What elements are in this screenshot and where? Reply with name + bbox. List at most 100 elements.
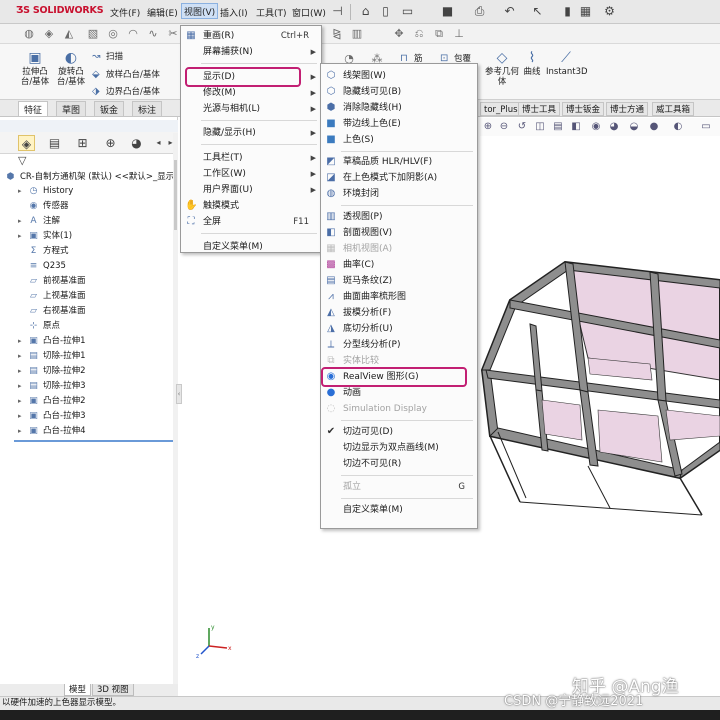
display-style-icon[interactable]: ◧: [570, 121, 582, 133]
menu-item[interactable]: 切边显示为双点画线(M): [321, 440, 477, 456]
tab-3d-view[interactable]: 3D 视图: [92, 684, 134, 696]
pin-icon[interactable]: ⊣: [330, 4, 345, 19]
circle-tool-icon[interactable]: ◎: [106, 27, 120, 41]
menu-item[interactable]: ⬢ 消除隐藏线(H): [321, 100, 477, 116]
expand-arrow-icon[interactable]: ▸: [18, 409, 27, 424]
menu-item[interactable]: ⬡ 隐藏线可见(B): [321, 84, 477, 100]
menu-item[interactable]: 用户界面(U) ▶: [181, 182, 321, 198]
mirror-tool-icon[interactable]: ⧎: [330, 27, 344, 41]
spline-tool-icon[interactable]: ∿: [146, 27, 160, 41]
expand-arrow-icon[interactable]: ▸: [18, 364, 27, 379]
pattern-tool-icon[interactable]: ▥: [350, 27, 364, 41]
view-settings-icon[interactable]: ●: [648, 121, 660, 133]
line-tool-icon[interactable]: ◭: [62, 27, 76, 41]
rollback-bar[interactable]: [14, 440, 174, 442]
menu-item[interactable]: 工具栏(T) ▶: [181, 150, 321, 166]
menu-item[interactable]: ◩ 草稿品质 HLR/HLV(F): [321, 154, 477, 170]
menu-item[interactable]: ▥ 透视图(P): [321, 209, 477, 225]
tree-item[interactable]: ▸ ▣ 实体(1): [18, 229, 174, 244]
menu-item[interactable]: ◭ 拔模分析(F): [321, 305, 477, 321]
tab-sketch[interactable]: 草图: [56, 101, 87, 116]
expand-arrow-icon[interactable]: ▸: [18, 349, 27, 364]
new-file-icon[interactable]: ▯: [378, 4, 393, 19]
menu-item[interactable]: ■ 带边线上色(E): [321, 116, 477, 132]
menu-item[interactable]: ✋ 触摸模式: [181, 198, 321, 214]
tree-item[interactable]: ▱ 前视基准面: [18, 274, 174, 289]
menu-item[interactable]: ⛶ 全屏 F11: [181, 214, 321, 230]
tab-doctor-tools[interactable]: 博士工具: [518, 102, 561, 116]
instant3d-button[interactable]: ⟋ Instant3D: [546, 50, 588, 77]
menu-item[interactable]: ◮ 底切分析(U): [321, 321, 477, 337]
menu-item[interactable]: 切边不可见(R): [321, 456, 477, 472]
section-view-icon[interactable]: ◫: [534, 121, 546, 133]
menu-item[interactable]: 修改(M) ▶: [181, 85, 321, 101]
extrude-boss-button[interactable]: ▣ 拉伸凸台/基体: [18, 50, 52, 87]
convert-entities-icon[interactable]: ⎌: [412, 27, 426, 41]
tab-markup[interactable]: 标注: [132, 101, 163, 116]
expand-arrow-icon[interactable]: ▸: [18, 394, 27, 409]
boundary-button[interactable]: ⬗ 边界凸台/基体: [92, 85, 160, 97]
curves-button[interactable]: ⌇ 曲线: [520, 50, 544, 77]
realview-toggle-icon[interactable]: ◐: [672, 121, 684, 133]
expand-arrow-icon[interactable]: ▸: [18, 184, 27, 199]
tree-item[interactable]: ▸ ▣ 凸台-拉伸3: [18, 409, 174, 424]
relations-icon[interactable]: ⊥: [452, 27, 466, 41]
view-orientation-icon[interactable]: ▤: [552, 121, 564, 133]
menu-item[interactable]: ⟂ 分型线分析(P): [321, 337, 477, 353]
configurationmanager-tab-icon[interactable]: ⊞: [74, 135, 91, 151]
traffic-light-icon[interactable]: ▮: [560, 4, 575, 19]
menu-item[interactable]: 自定义菜单(M): [181, 239, 321, 255]
tab-tor-plus[interactable]: tor_Plus: [480, 102, 522, 116]
dimxpert-tab-icon[interactable]: ⊕: [102, 135, 119, 151]
tree-item[interactable]: ▸ ▣ 凸台-拉伸1: [18, 334, 174, 349]
open-file-icon[interactable]: ▭: [400, 4, 415, 19]
tree-item[interactable]: ▱ 上视基准面: [18, 289, 174, 304]
zoom-area-icon[interactable]: ⊖: [498, 121, 510, 133]
tree-item[interactable]: ≡ Q235: [18, 259, 174, 274]
revolve-boss-button[interactable]: ◐ 旋转凸台/基体: [54, 50, 88, 87]
menu-item[interactable]: ✔ 切边可见(D): [321, 424, 477, 440]
expand-arrow-icon[interactable]: ▸: [18, 229, 27, 244]
edit-appearance-icon[interactable]: ◕: [608, 121, 620, 133]
reference-geometry-button[interactable]: ◇ 参考几何体: [484, 50, 520, 87]
tree-item[interactable]: ⊹ 原点: [18, 319, 174, 334]
smart-dimension-icon[interactable]: ◈: [42, 27, 56, 41]
tree-item[interactable]: ▱ 右视基准面: [18, 304, 174, 319]
propertymanager-tab-icon[interactable]: ▤: [46, 135, 63, 151]
zoom-to-fit-icon[interactable]: ⊕: [482, 121, 494, 133]
tab-doctor-sheetmetal[interactable]: 博士钣金: [562, 102, 605, 116]
menu-item[interactable]: 工作区(W) ▶: [181, 166, 321, 182]
tube-frame-model[interactable]: [470, 240, 720, 520]
menu-item[interactable]: ▩ 曲率(C): [321, 257, 477, 273]
tab-wei-toolbox[interactable]: 威工具箱: [652, 102, 695, 116]
tab-doctor-tube[interactable]: 博士方通: [606, 102, 649, 116]
save-icon[interactable]: ■: [440, 4, 455, 19]
tree-item[interactable]: ▸ ▣ 凸台-拉伸2: [18, 394, 174, 409]
menu-item[interactable]: 自定义菜单(M): [321, 502, 477, 518]
sketch-tool-icon[interactable]: ◍: [22, 27, 36, 41]
featuremanager-tab-icon[interactable]: ◈: [18, 135, 35, 151]
undo-icon[interactable]: ↶: [502, 4, 517, 19]
rebuild-icon[interactable]: ▦: [578, 4, 593, 19]
tree-item[interactable]: ◉ 传感器: [18, 199, 174, 214]
menu-item[interactable]: 光源与相机(L) ▶: [181, 101, 321, 117]
previous-view-icon[interactable]: ↺: [516, 121, 528, 133]
menu-item[interactable]: ■ 上色(S): [321, 132, 477, 148]
home-icon[interactable]: ⌂: [358, 4, 373, 19]
menu-item[interactable]: 隐藏/显示(H) ▶: [181, 125, 321, 141]
tree-item[interactable]: ▸ ▤ 切除-拉伸2: [18, 364, 174, 379]
tab-features[interactable]: 特征: [18, 101, 49, 116]
menu-item[interactable]: ◍ 环境封闭: [321, 186, 477, 202]
sweep-button[interactable]: ↝ 扫描: [92, 50, 123, 62]
menu-tools[interactable]: 工具(T): [256, 6, 287, 19]
tree-item[interactable]: ▸ ◷ History: [18, 184, 174, 199]
menu-item[interactable]: 屏幕捕获(N) ▶: [181, 44, 321, 60]
menu-view[interactable]: 视图(V): [181, 3, 219, 19]
rectangle-tool-icon[interactable]: ▧: [86, 27, 100, 41]
expand-arrow-icon[interactable]: ▸: [18, 334, 27, 349]
expand-arrow-icon[interactable]: ▸: [18, 424, 27, 439]
display-manager-tab-icon[interactable]: ◕: [128, 135, 145, 151]
tree-root[interactable]: ⬢ CR-自制方通机架 (默认) <<默认>_显示: [4, 170, 175, 185]
menu-item[interactable]: ⩘ 曲面曲率梳形图: [321, 289, 477, 305]
menu-item[interactable]: ◪ 在上色模式下加阴影(A): [321, 170, 477, 186]
